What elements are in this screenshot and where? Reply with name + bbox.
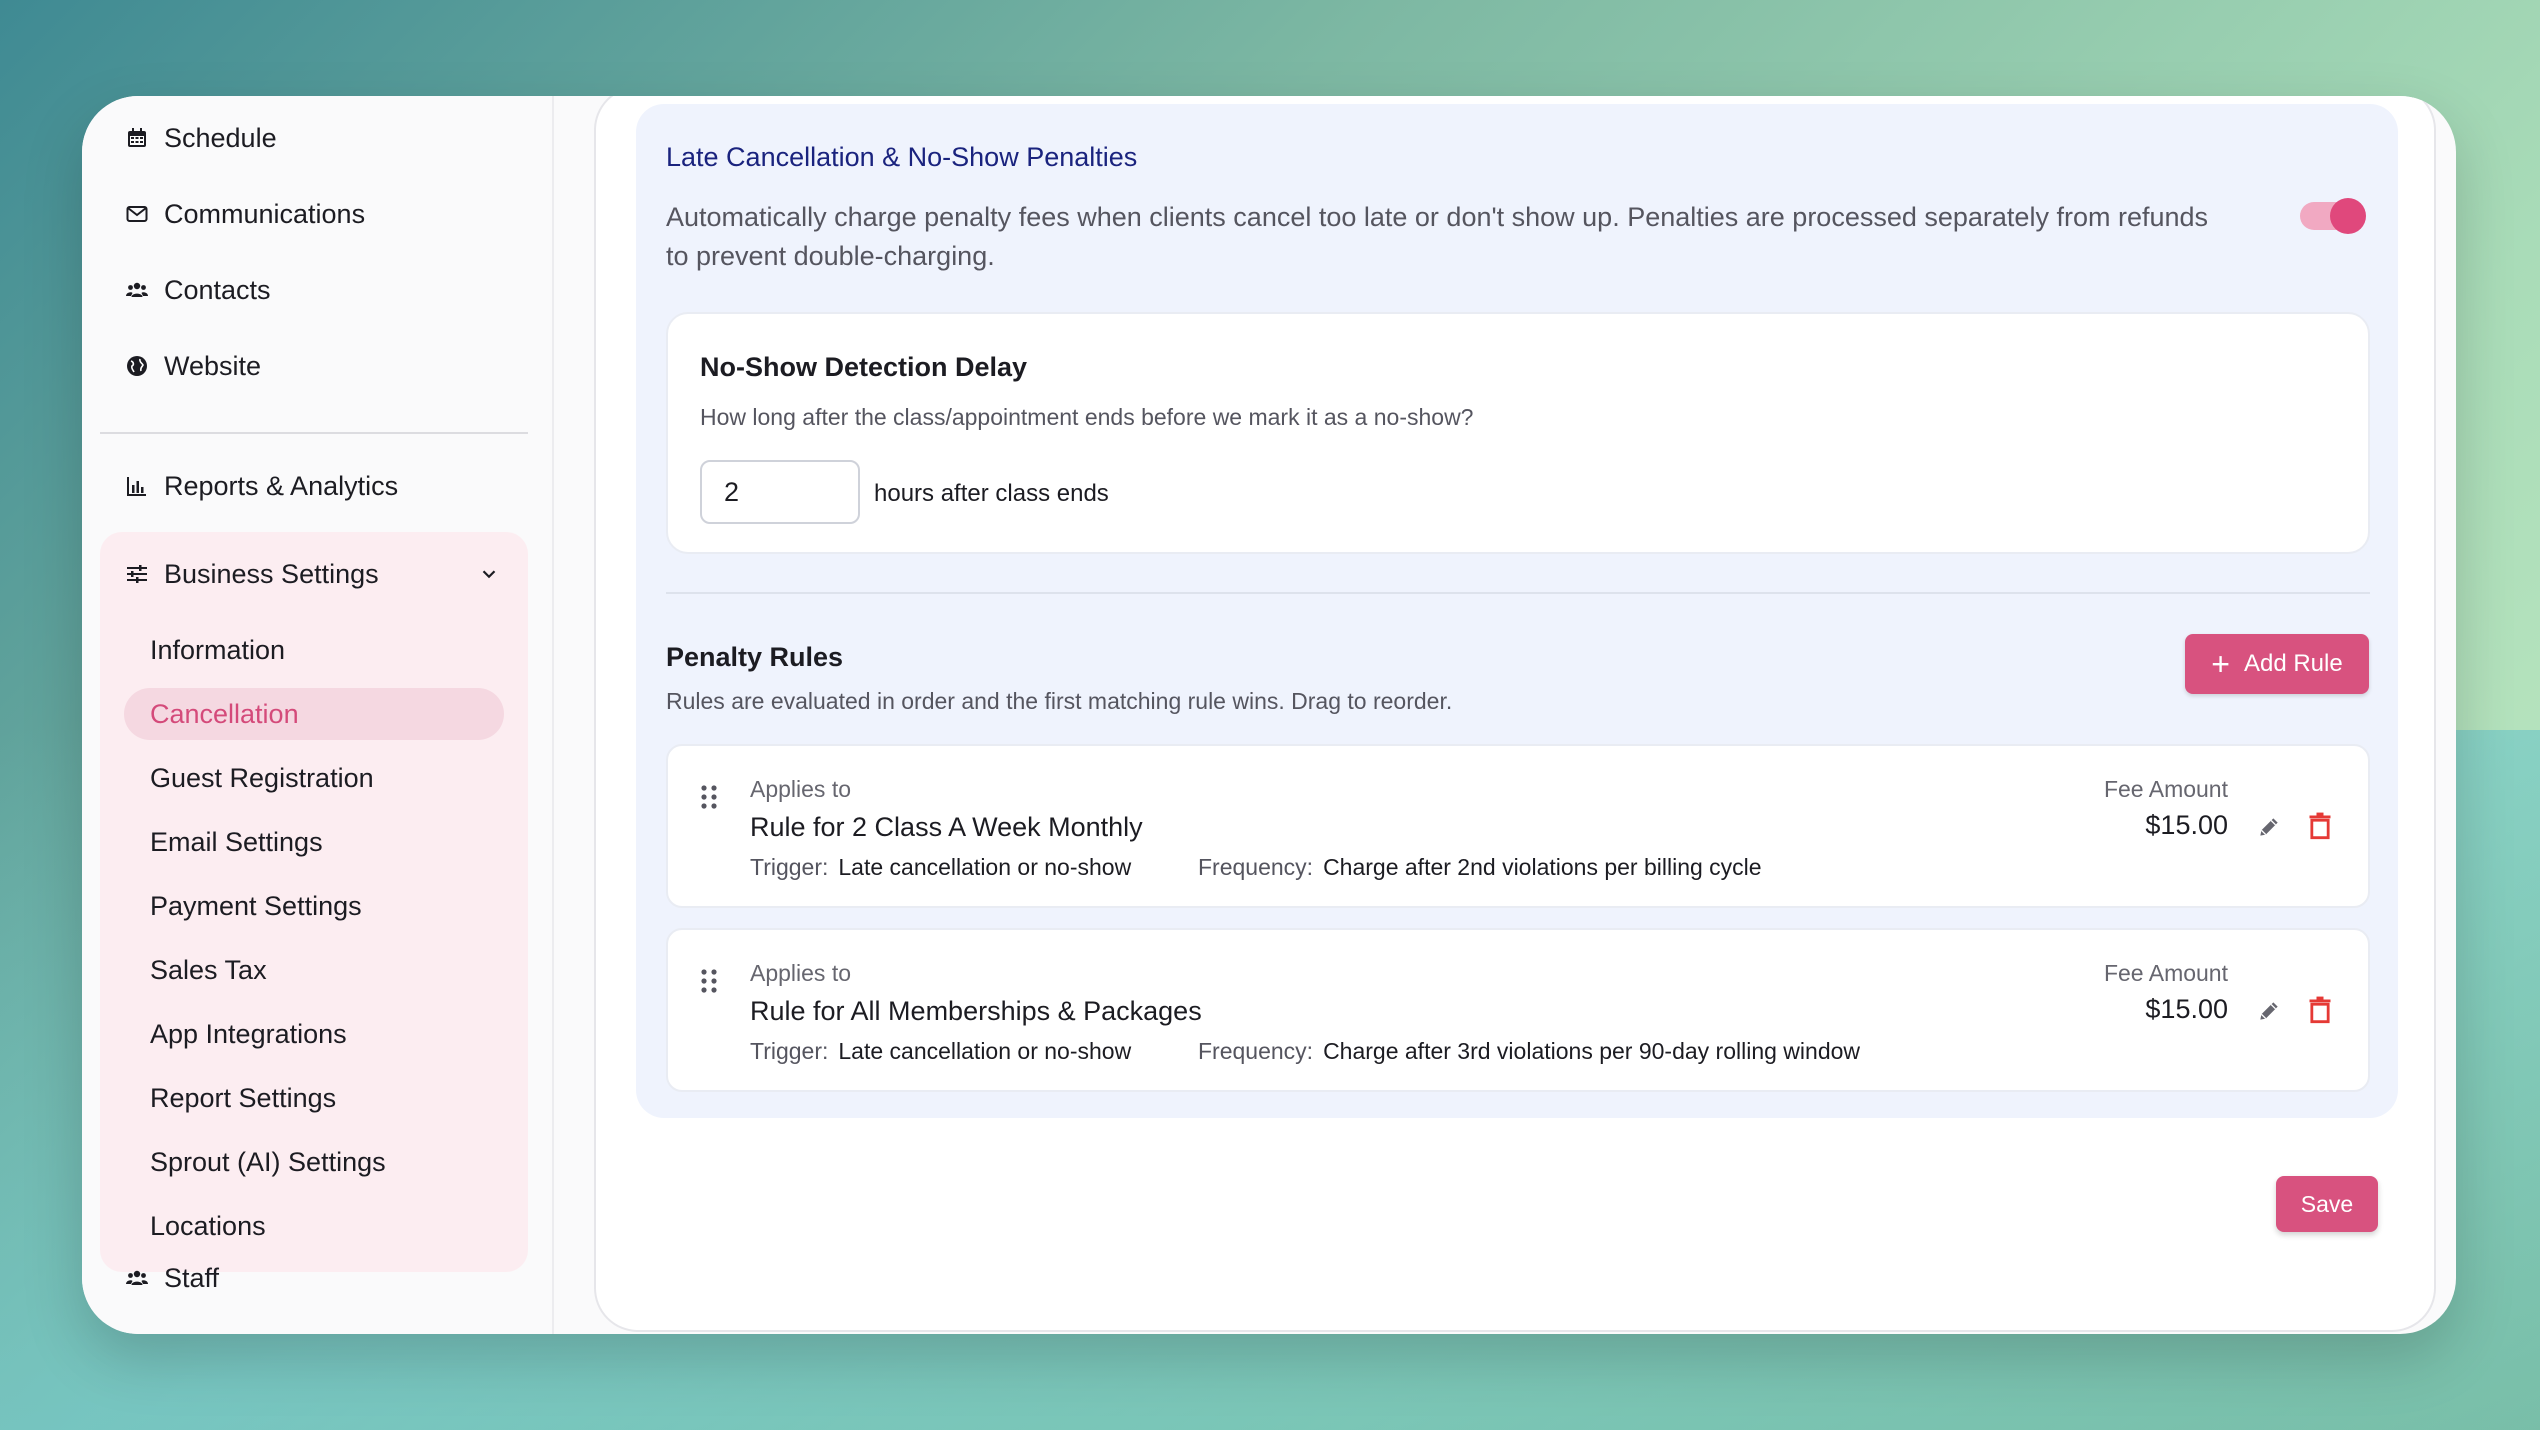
sidebar-subitem-payment-settings[interactable]: Payment Settings: [124, 880, 504, 932]
fee-amount-label: Fee Amount: [2103, 776, 2228, 802]
sidebar-subitem-information[interactable]: Information: [124, 624, 504, 676]
sidebar-subitem-sales-tax[interactable]: Sales Tax: [124, 944, 504, 996]
business-settings-group: Business Settings Information Cancellati…: [100, 532, 528, 1272]
rule-name: Rule for All Memberships & Packages: [750, 996, 1202, 1026]
rule-frequency: Frequency: Charge after 3rd violations pe…: [1198, 1038, 1860, 1065]
sidebar-subitem-sprout-ai-settings[interactable]: Sprout (AI) Settings: [124, 1136, 504, 1188]
drag-handle-icon[interactable]: [700, 968, 718, 994]
no-show-delay-input[interactable]: [700, 460, 860, 524]
trigger-value: Late cancellation or no-show: [838, 1038, 1132, 1064]
rule-card: Applies to Rule for All Memberships & Pa…: [666, 928, 2370, 1092]
people-icon: [124, 1265, 150, 1291]
sidebar-subitem-guest-registration[interactable]: Guest Registration: [124, 752, 504, 804]
no-show-delay-unit: hours after class ends: [874, 480, 1109, 507]
penalties-section: Late Cancellation & No-Show Penalties Au…: [636, 104, 2398, 1118]
rule-trigger: Trigger: Late cancellation or no-show: [750, 1038, 1131, 1065]
sidebar-item-contacts[interactable]: Contacts: [100, 252, 552, 328]
rule-trigger: Trigger: Late cancellation or no-show: [750, 854, 1131, 881]
sidebar-item-label: Staff: [164, 1262, 220, 1293]
penalty-rules-description: Rules are evaluated in order and the fir…: [666, 688, 1453, 714]
trigger-label: Trigger:: [750, 854, 829, 880]
add-rule-button[interactable]: + Add Rule: [2185, 634, 2369, 694]
globe-icon: [124, 353, 150, 379]
pencil-icon[interactable]: [2256, 814, 2282, 840]
section-divider: [666, 592, 2370, 594]
sidebar-item-label: Website: [164, 350, 262, 381]
sidebar-item-reports[interactable]: Reports & Analytics: [100, 448, 552, 524]
frequency-value: Charge after 3rd violations per 90-day r…: [1323, 1038, 1861, 1064]
section-title: Late Cancellation & No-Show Penalties: [666, 142, 1138, 172]
toggle-knob: [2330, 198, 2366, 234]
sidebar-item-business-settings[interactable]: Business Settings: [100, 536, 528, 612]
trash-icon[interactable]: [2308, 996, 2332, 1024]
frequency-label: Frequency:: [1198, 854, 1314, 880]
frequency-value: Charge after 2nd violations per billing …: [1323, 854, 1762, 880]
fee-amount-value: $15.00: [2145, 994, 2228, 1024]
people-icon: [124, 277, 150, 303]
sidebar: Schedule Communications Contacts Website: [82, 96, 554, 1334]
sidebar-item-label: Schedule: [164, 122, 277, 153]
sidebar-divider: [100, 432, 528, 434]
no-show-delay-title: No-Show Detection Delay: [700, 352, 1028, 382]
chevron-down-icon[interactable]: [478, 563, 500, 585]
section-description: Automatically charge penalty fees when c…: [666, 202, 2209, 271]
content-card: Late Cancellation & No-Show Penalties Au…: [594, 96, 2436, 1332]
trash-icon[interactable]: [2308, 812, 2332, 840]
main-content: Late Cancellation & No-Show Penalties Au…: [554, 96, 2456, 1334]
no-show-delay-description: How long after the class/appointment end…: [700, 404, 1474, 430]
plus-icon: +: [2211, 646, 2230, 682]
sidebar-item-website[interactable]: Website: [100, 328, 552, 404]
sidebar-item-label: Contacts: [164, 274, 271, 305]
trigger-label: Trigger:: [750, 1038, 829, 1064]
app-window: Schedule Communications Contacts Website: [82, 96, 2456, 1334]
rule-card: Applies to Rule for 2 Class A Week Month…: [666, 744, 2370, 908]
fee-amount-label: Fee Amount: [2103, 960, 2228, 986]
rule-frequency: Frequency: Charge after 2nd violations pe…: [1198, 854, 1762, 881]
pencil-icon[interactable]: [2256, 998, 2282, 1024]
add-rule-label: Add Rule: [2243, 650, 2343, 677]
sidebar-item-label: Communications: [164, 198, 366, 229]
sidebar-item-label: Reports & Analytics: [164, 470, 399, 501]
sliders-icon: [124, 561, 150, 587]
no-show-delay-card: No-Show Detection Delay How long after t…: [666, 312, 2370, 554]
sidebar-item-schedule[interactable]: Schedule: [100, 100, 552, 176]
trigger-value: Late cancellation or no-show: [838, 854, 1132, 880]
applies-to-label: Applies to: [750, 960, 852, 986]
bar-chart-icon: [124, 473, 150, 499]
sidebar-item-staff[interactable]: Staff: [100, 1240, 219, 1316]
penalty-rules-title: Penalty Rules: [666, 642, 844, 672]
calendar-icon: [124, 125, 150, 151]
penalties-toggle[interactable]: [2300, 198, 2366, 234]
save-button[interactable]: Save: [2276, 1176, 2378, 1232]
sidebar-subitem-cancellation[interactable]: Cancellation: [124, 688, 504, 740]
sidebar-item-communications[interactable]: Communications: [100, 176, 552, 252]
sidebar-subitem-email-settings[interactable]: Email Settings: [124, 816, 504, 868]
applies-to-label: Applies to: [750, 776, 852, 802]
frequency-label: Frequency:: [1198, 1038, 1314, 1064]
fee-amount-value: $15.00: [2145, 810, 2228, 840]
mail-icon: [124, 201, 150, 227]
sidebar-subitem-report-settings[interactable]: Report Settings: [124, 1072, 504, 1124]
drag-handle-icon[interactable]: [700, 784, 718, 810]
sidebar-subitem-app-integrations[interactable]: App Integrations: [124, 1008, 504, 1060]
sidebar-item-label: Business Settings: [164, 558, 379, 589]
rule-name: Rule for 2 Class A Week Monthly: [750, 812, 1143, 842]
